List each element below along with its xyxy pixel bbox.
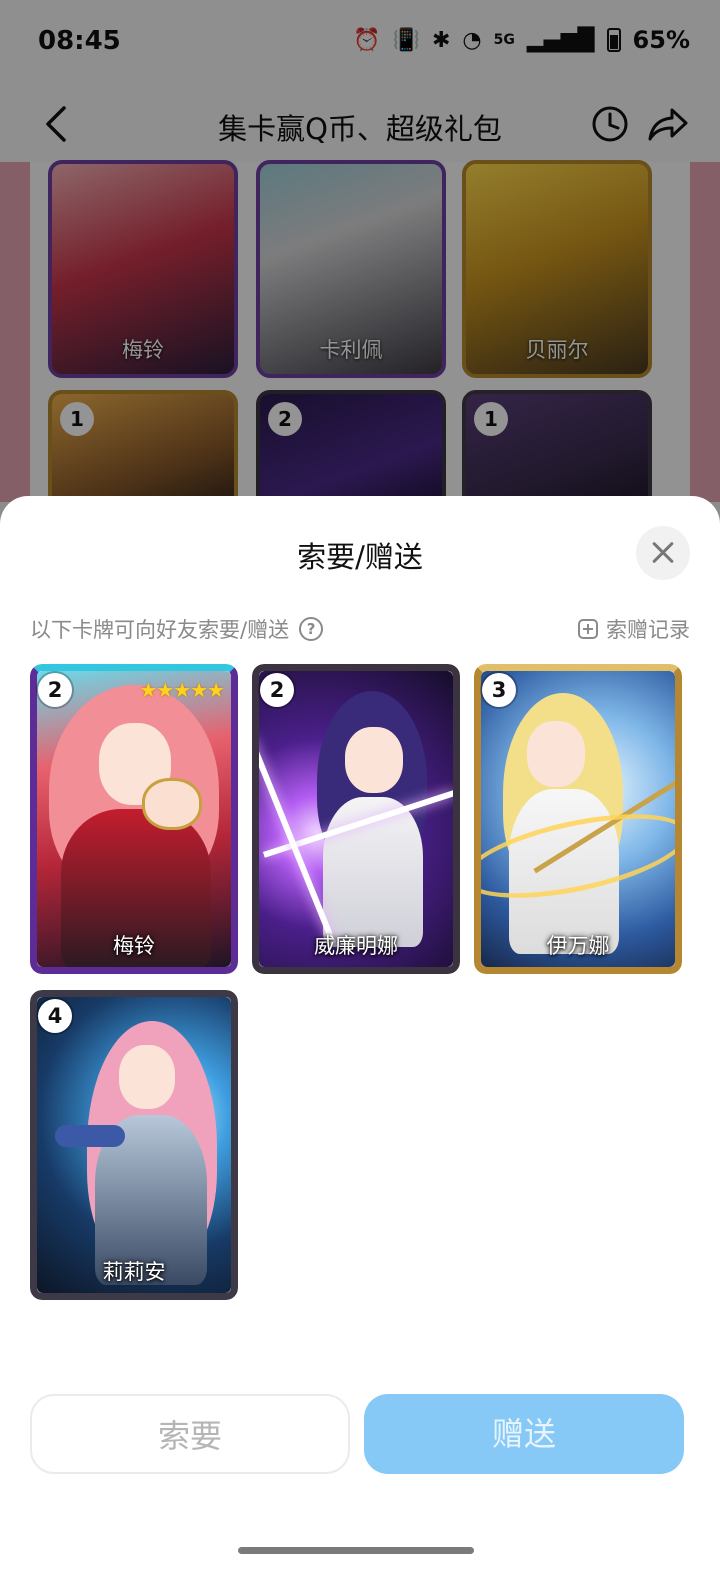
character-face — [345, 727, 403, 793]
card-name: 莉莉安 — [102, 1260, 166, 1284]
card-name: 威廉明娜 — [314, 934, 398, 958]
character-fist — [145, 781, 199, 827]
record-icon — [578, 619, 598, 639]
sheet-title: 索要/赠送 — [297, 540, 423, 574]
card-name: 伊万娜 — [546, 934, 610, 958]
character-face — [527, 721, 585, 787]
request-gift-sheet: 索要/赠送 以下卡牌可向好友索要/赠送 ? 索赠记录 2 ★★★★★ 梅铃 2 — [0, 496, 720, 1584]
card-count-badge: 2 — [260, 673, 294, 707]
card-art — [481, 671, 675, 967]
card-count-badge: 4 — [38, 999, 72, 1033]
help-icon[interactable]: ? — [299, 617, 324, 641]
gift-card[interactable]: 4 莉莉安 — [30, 990, 238, 1300]
hint-row: 以下卡牌可向好友索要/赠送 ? — [30, 614, 324, 644]
star-rating: ★★★★★ — [139, 678, 225, 702]
gift-card[interactable]: 3 伊万娜 — [474, 664, 682, 974]
character-face — [119, 1045, 175, 1109]
hint-text: 以下卡牌可向好友索要/赠送 — [30, 618, 290, 642]
record-label: 索赠记录 — [606, 618, 690, 642]
card-name: 梅铃 — [113, 934, 155, 958]
card-art — [259, 671, 453, 967]
close-button[interactable] — [636, 526, 690, 580]
gift-card[interactable]: 2 威廉明娜 — [252, 664, 460, 974]
card-art — [37, 997, 231, 1293]
gift-card[interactable]: 2 ★★★★★ 梅铃 — [30, 664, 238, 974]
card-art — [37, 671, 231, 967]
home-indicator[interactable] — [238, 1547, 474, 1554]
gift-button[interactable]: 赠送 — [364, 1394, 684, 1474]
request-button[interactable]: 索要 — [30, 1394, 350, 1474]
record-link[interactable]: 索赠记录 — [578, 614, 690, 644]
card-count-badge: 2 — [38, 673, 72, 707]
outstretched-hand — [55, 1125, 125, 1147]
card-count-badge: 3 — [482, 673, 516, 707]
